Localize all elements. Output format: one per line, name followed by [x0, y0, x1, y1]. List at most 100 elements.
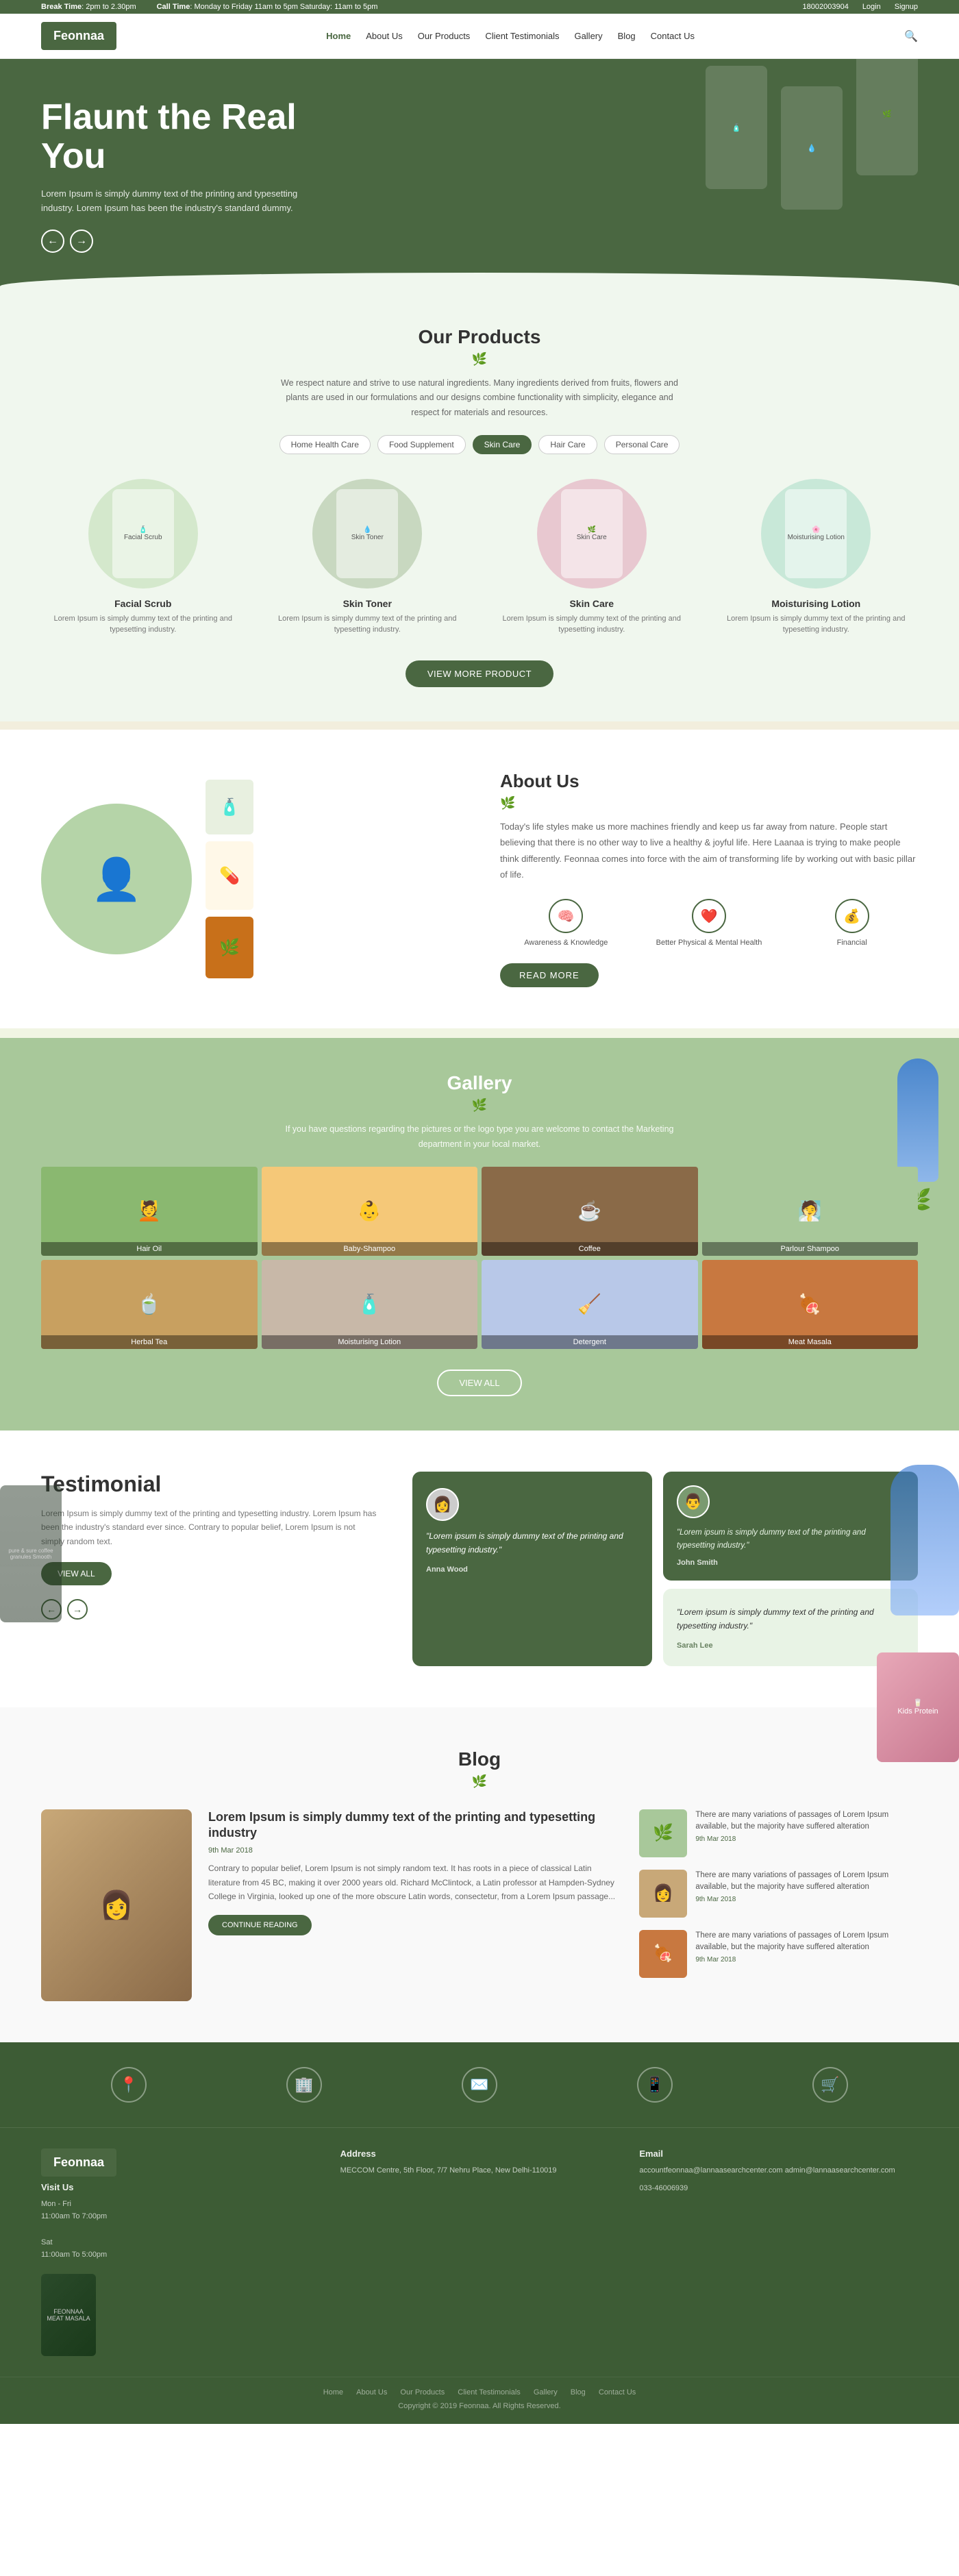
- break-time-label: Break Time: 2pm to 2.30pm: [41, 3, 136, 11]
- testimonial-name-2: John Smith: [677, 1559, 904, 1567]
- blog-side-text-3: There are many variations of passages of…: [695, 1930, 918, 1964]
- footer: 📍 🏢 ✉️ 📱 🛒 Feonnaa Visit Us Mon - Fri 11…: [0, 2042, 959, 2424]
- hero-products: 🧴 💧 🌿: [706, 66, 918, 210]
- footer-phone-icon: 📱: [637, 2067, 673, 2103]
- blog-side-img-3: 🍖: [639, 1930, 687, 1978]
- footer-address-icon: 🏢: [286, 2067, 322, 2103]
- gallery-item-4: 🧖 Parlour Shampoo: [702, 1167, 919, 1256]
- testimonial-cards: 👩 "Lorem ipsum is simply dummy text of t…: [412, 1472, 918, 1666]
- about-feature-3: 💰 Financial: [786, 899, 918, 947]
- gallery-bottle-deco: [897, 1058, 938, 1182]
- blog-grid: 👩 Lorem Ipsum is simply dummy text of th…: [41, 1809, 918, 2001]
- footer-nav-gallery[interactable]: Gallery: [534, 2388, 558, 2397]
- gallery-label-5: Herbal Tea: [41, 1335, 258, 1349]
- gallery-item-2: 👶 Baby-Shampoo: [262, 1167, 478, 1256]
- awareness-label: Awareness & Knowledge: [500, 939, 632, 947]
- filter-personal-care[interactable]: Personal Care: [604, 435, 680, 454]
- filter-hair-care[interactable]: Hair Care: [538, 435, 597, 454]
- blog-side-text-content-2: There are many variations of passages of…: [695, 1870, 918, 1894]
- footer-nav-contact[interactable]: Contact Us: [599, 2388, 636, 2397]
- signup-link[interactable]: Signup: [895, 3, 918, 11]
- nav-link-products[interactable]: Our Products: [418, 31, 471, 41]
- blog-sidebar: 🌿 There are many variations of passages …: [639, 1809, 918, 2001]
- footer-email-icon: ✉️: [462, 2067, 497, 2103]
- filter-food-supplement[interactable]: Food Supplement: [377, 435, 466, 454]
- footer-cart-item: 🛒: [812, 2067, 848, 2108]
- products-desc: We respect nature and strive to use natu…: [274, 376, 685, 420]
- footer-location-item: 📍: [111, 2067, 147, 2108]
- footer-address-col: Address MECCOM Centre, 5th Floor, 7/7 Ne…: [340, 2148, 619, 2356]
- product-desc-2: Lorem Ipsum is simply dummy text of the …: [266, 613, 470, 636]
- navigation: Feonnaa Home About Us Our Products Clien…: [0, 14, 959, 59]
- brush-stroke-1: [0, 721, 959, 730]
- hero-prev-arrow[interactable]: ←: [41, 230, 64, 253]
- view-more-products-button[interactable]: VIEW MORE PRODUCT: [406, 660, 553, 687]
- products-section: Our Products 🌿 We respect nature and str…: [0, 292, 959, 721]
- nav-link-blog[interactable]: Blog: [618, 31, 636, 41]
- footer-copyright: Copyright © 2019 Feonnaa. All Rights Res…: [0, 2402, 959, 2424]
- nav-link-home[interactable]: Home: [326, 31, 351, 41]
- footer-hours-content: Mon - Fri 11:00am To 7:00pm Sat 11:00am …: [41, 2198, 320, 2262]
- testimonial-avatar-2: 👨: [677, 1485, 710, 1518]
- product-card-2: 💧Skin Toner Skin Toner Lorem Ipsum is si…: [266, 479, 470, 636]
- health-label: Better Physical & Mental Health: [643, 939, 775, 947]
- blog-main-title: Lorem Ipsum is simply dummy text of the …: [208, 1809, 619, 1842]
- brush-stroke-2: [0, 1028, 959, 1038]
- products-title: Our Products: [41, 326, 918, 348]
- kids-protein-product: 🥛Kids Protein: [877, 1652, 959, 1762]
- blog-side-text-content-1: There are many variations of passages of…: [695, 1809, 918, 1833]
- blog-side-text-content-3: There are many variations of passages of…: [695, 1930, 918, 1954]
- footer-nav-about[interactable]: About Us: [356, 2388, 387, 2397]
- blog-main-post: 👩 Lorem Ipsum is simply dummy text of th…: [41, 1809, 619, 2001]
- footer-nav-testimonials[interactable]: Client Testimonials: [458, 2388, 521, 2397]
- footer-nav-home[interactable]: Home: [323, 2388, 343, 2397]
- testimonial-next-arrow[interactable]: →: [67, 1599, 88, 1620]
- gallery-label-8: Meat Masala: [702, 1335, 919, 1349]
- filter-skin-care[interactable]: Skin Care: [473, 435, 532, 454]
- blog-side-item-2: 👩 There are many variations of passages …: [639, 1870, 918, 1918]
- footer-hours-heading: Visit Us: [41, 2182, 320, 2192]
- nav-link-about[interactable]: About Us: [366, 31, 402, 41]
- about-product-mini-1: 🧴: [206, 780, 253, 834]
- testimonial-quote-3: "Lorem ipsum is simply dummy text of the…: [677, 1605, 904, 1633]
- nav-link-contact[interactable]: Contact Us: [651, 31, 695, 41]
- product-circle-3: 🌿Skin Care: [537, 479, 647, 589]
- gallery-view-all-button[interactable]: VIEW ALL: [437, 1370, 521, 1396]
- blog-side-img-1: 🌿: [639, 1809, 687, 1857]
- product-desc-3: Lorem Ipsum is simply dummy text of the …: [490, 613, 694, 636]
- gallery-leaf: 🌿: [41, 1098, 918, 1113]
- footer-nav-blog[interactable]: Blog: [571, 2388, 586, 2397]
- about-title: About Us: [500, 771, 918, 792]
- footer-nav-products[interactable]: Our Products: [400, 2388, 445, 2397]
- hero-arrows: ← →: [41, 230, 301, 253]
- nav-link-gallery[interactable]: Gallery: [574, 31, 602, 41]
- login-link[interactable]: Login: [862, 3, 881, 11]
- testimonial-left: Testimonial Lorem Ipsum is simply dummy …: [41, 1472, 378, 1620]
- about-product-mini-3: 🌿: [206, 917, 253, 978]
- testimonial-desc: Lorem Ipsum is simply dummy text of the …: [41, 1507, 378, 1548]
- blog-leaf: 🌿: [41, 1774, 918, 1789]
- nav-link-testimonials[interactable]: Client Testimonials: [485, 31, 559, 41]
- footer-email-col: Email accountfeonnaa@lannaasearchcenter.…: [639, 2148, 918, 2356]
- blog-side-date-3: 9th Mar 2018: [695, 1956, 918, 1964]
- footer-address-content: MECCOM Centre, 5th Floor, 7/7 Nehru Plac…: [340, 2164, 619, 2177]
- testimonial-name-1: Anna Wood: [426, 1565, 638, 1574]
- awareness-icon: 🧠: [549, 899, 583, 933]
- about-person-circle: 👤: [41, 804, 192, 954]
- read-more-button[interactable]: READ MORE: [500, 963, 599, 987]
- gallery-label-4: Parlour Shampoo: [702, 1242, 919, 1256]
- about-description: Today's life styles make us more machine…: [500, 819, 918, 883]
- logo[interactable]: Feonnaa: [41, 22, 116, 50]
- filter-home-health[interactable]: Home Health Care: [279, 435, 371, 454]
- search-icon[interactable]: 🔍: [904, 29, 918, 43]
- product-desc-4: Lorem Ipsum is simply dummy text of the …: [714, 613, 919, 636]
- about-text: About Us 🌿 Today's life styles make us m…: [500, 771, 918, 988]
- gallery-item-7: 🧹 Detergent: [482, 1260, 698, 1349]
- testimonial-card-1: 👩 "Lorem ipsum is simply dummy text of t…: [412, 1472, 652, 1666]
- hero-next-arrow[interactable]: →: [70, 230, 93, 253]
- continue-reading-button[interactable]: CONTINUE READING: [208, 1915, 312, 1935]
- product-filters: Home Health Care Food Supplement Skin Ca…: [41, 435, 918, 454]
- gallery-title: Gallery: [41, 1072, 918, 1094]
- footer-email-item: ✉️: [462, 2067, 497, 2108]
- hero-title: Flaunt the Real You: [41, 98, 301, 176]
